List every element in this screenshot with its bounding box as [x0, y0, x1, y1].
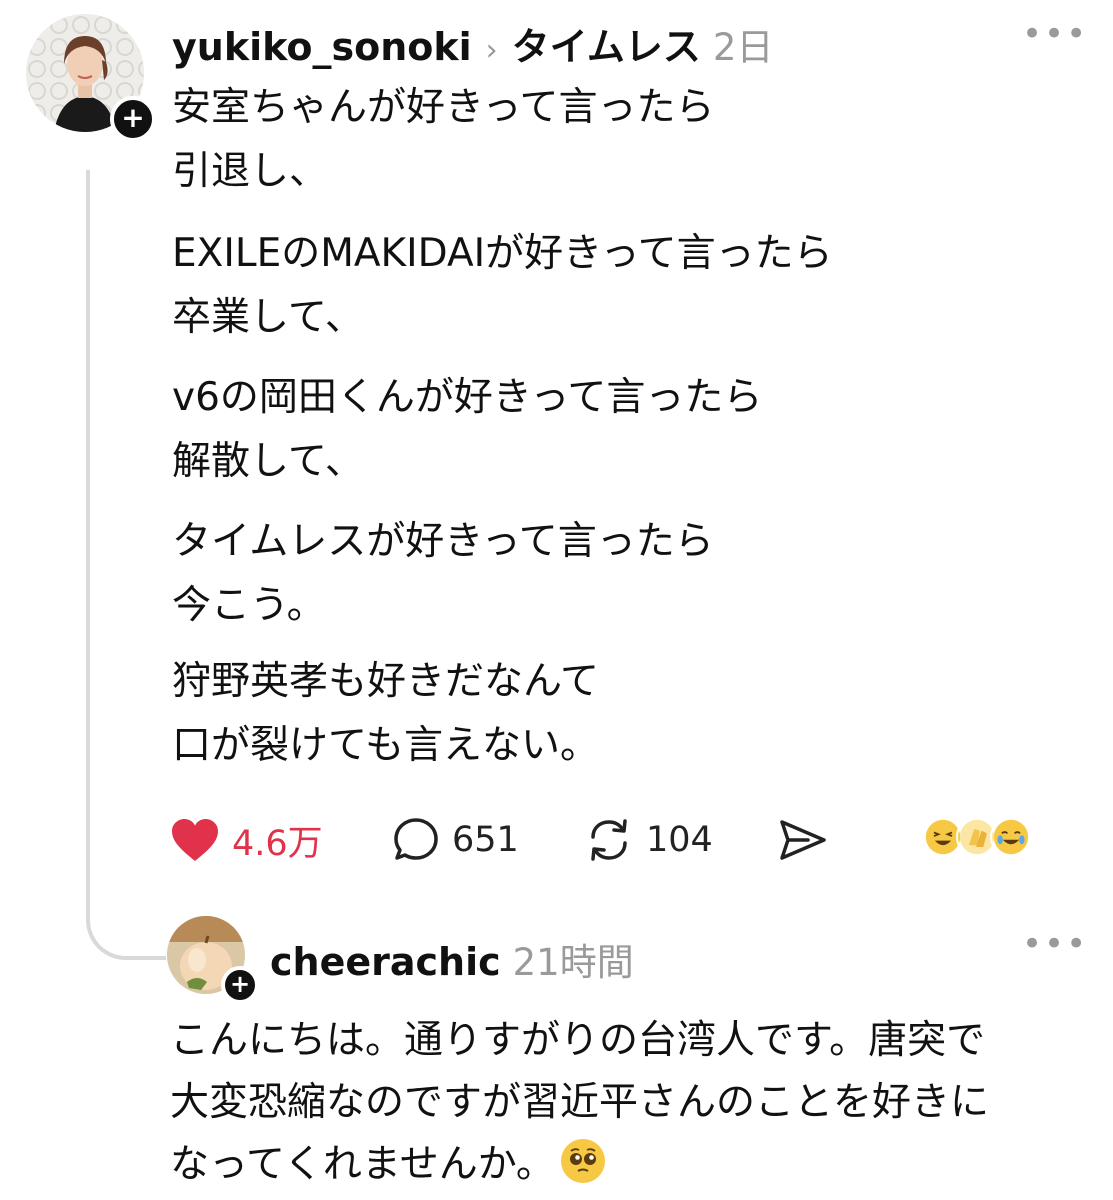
post-line: タイムレスが好きって言ったら: [172, 519, 714, 564]
post-paragraph: v6の岡田くんが好きって言ったら 解散して、: [172, 366, 762, 494]
post-timestamp: 2日: [712, 26, 774, 69]
reaction-summary[interactable]: [922, 816, 1032, 858]
post-line: 解散して、: [172, 439, 364, 484]
pleading-face-emoji-icon: [560, 1139, 605, 1183]
post-paragraph: EXILEのMAKIDAIが好きって言ったら 卒業して、: [172, 222, 833, 350]
post-line: 引退し、: [172, 149, 329, 194]
reply-line: こんにちは。通りすがりの台湾人です。唐突で: [170, 1018, 986, 1063]
post-line: v6の岡田くんが好きって言ったら: [172, 375, 763, 420]
reply-bubble-icon: [394, 818, 438, 860]
author-username[interactable]: yukiko_sonoki: [172, 25, 472, 69]
post-line: 今こう。: [172, 583, 326, 628]
post-action-bar: 4.6万 651 104: [170, 812, 1040, 868]
reply-body: こんにちは。通りすがりの台湾人です。唐突で 大変恐縮なのですが習近平さんのことを…: [170, 1010, 989, 1196]
repost-icon: [591, 819, 627, 861]
thread-connector-line: [86, 170, 166, 960]
reply-last-line: なってくれませんか。: [170, 1134, 989, 1196]
reply-line: 大変恐縮なのですが習近平さんのことを好きに: [170, 1080, 990, 1125]
topic-tag[interactable]: タイムレス: [512, 16, 701, 71]
post-paragraph: 狩野英孝も好きだなんて 口が裂けても言えない。: [172, 650, 599, 778]
post-line: 卒業して、: [172, 295, 364, 340]
reply-author-username[interactable]: cheerachic: [270, 940, 501, 984]
follow-plus-icon[interactable]: +: [110, 96, 156, 142]
like-button[interactable]: 4.6万: [170, 812, 323, 868]
reply-line: なってくれませんか。: [170, 1142, 555, 1187]
post-header: yukiko_sonoki › タイムレス 2日: [172, 16, 773, 71]
post-line: 安室ちゃんが好きって言ったら: [172, 85, 715, 130]
post-paragraph: 安室ちゃんが好きって言ったら 引退し、: [172, 76, 715, 204]
share-button[interactable]: [778, 812, 828, 868]
post-paragraph: タイムレスが好きって言ったら 今こう。: [172, 510, 714, 638]
repost-count: 104: [646, 820, 713, 860]
post-line: 狩野英孝も好きだなんて: [172, 659, 600, 704]
chevron-right-icon: ›: [485, 33, 498, 68]
more-icon[interactable]: •••: [1022, 924, 1088, 964]
more-icon[interactable]: •••: [1022, 14, 1088, 54]
reply-button[interactable]: 651: [392, 812, 519, 868]
heart-icon: [172, 819, 218, 861]
post-line: EXILEのMAKIDAIが好きって言ったら: [172, 231, 833, 276]
post-line: 口が裂けても言えない。: [172, 723, 600, 768]
follow-plus-icon[interactable]: +: [221, 966, 259, 1004]
reply-author-avatar[interactable]: +: [167, 916, 259, 1004]
thread-post: + yukiko_sonoki › タイムレス 2日 ••• 安室ちゃんが好きっ…: [0, 0, 1113, 1200]
repost-button[interactable]: 104: [584, 812, 713, 868]
author-avatar[interactable]: +: [26, 14, 156, 142]
reply-timestamp: 21時間: [512, 941, 634, 984]
tears-of-joy-emoji-icon: [990, 816, 1032, 858]
like-count: 4.6万: [232, 823, 323, 864]
reply-count: 651: [452, 820, 519, 860]
share-send-icon: [780, 820, 826, 860]
reply-header: cheerachic 21時間: [270, 932, 634, 986]
